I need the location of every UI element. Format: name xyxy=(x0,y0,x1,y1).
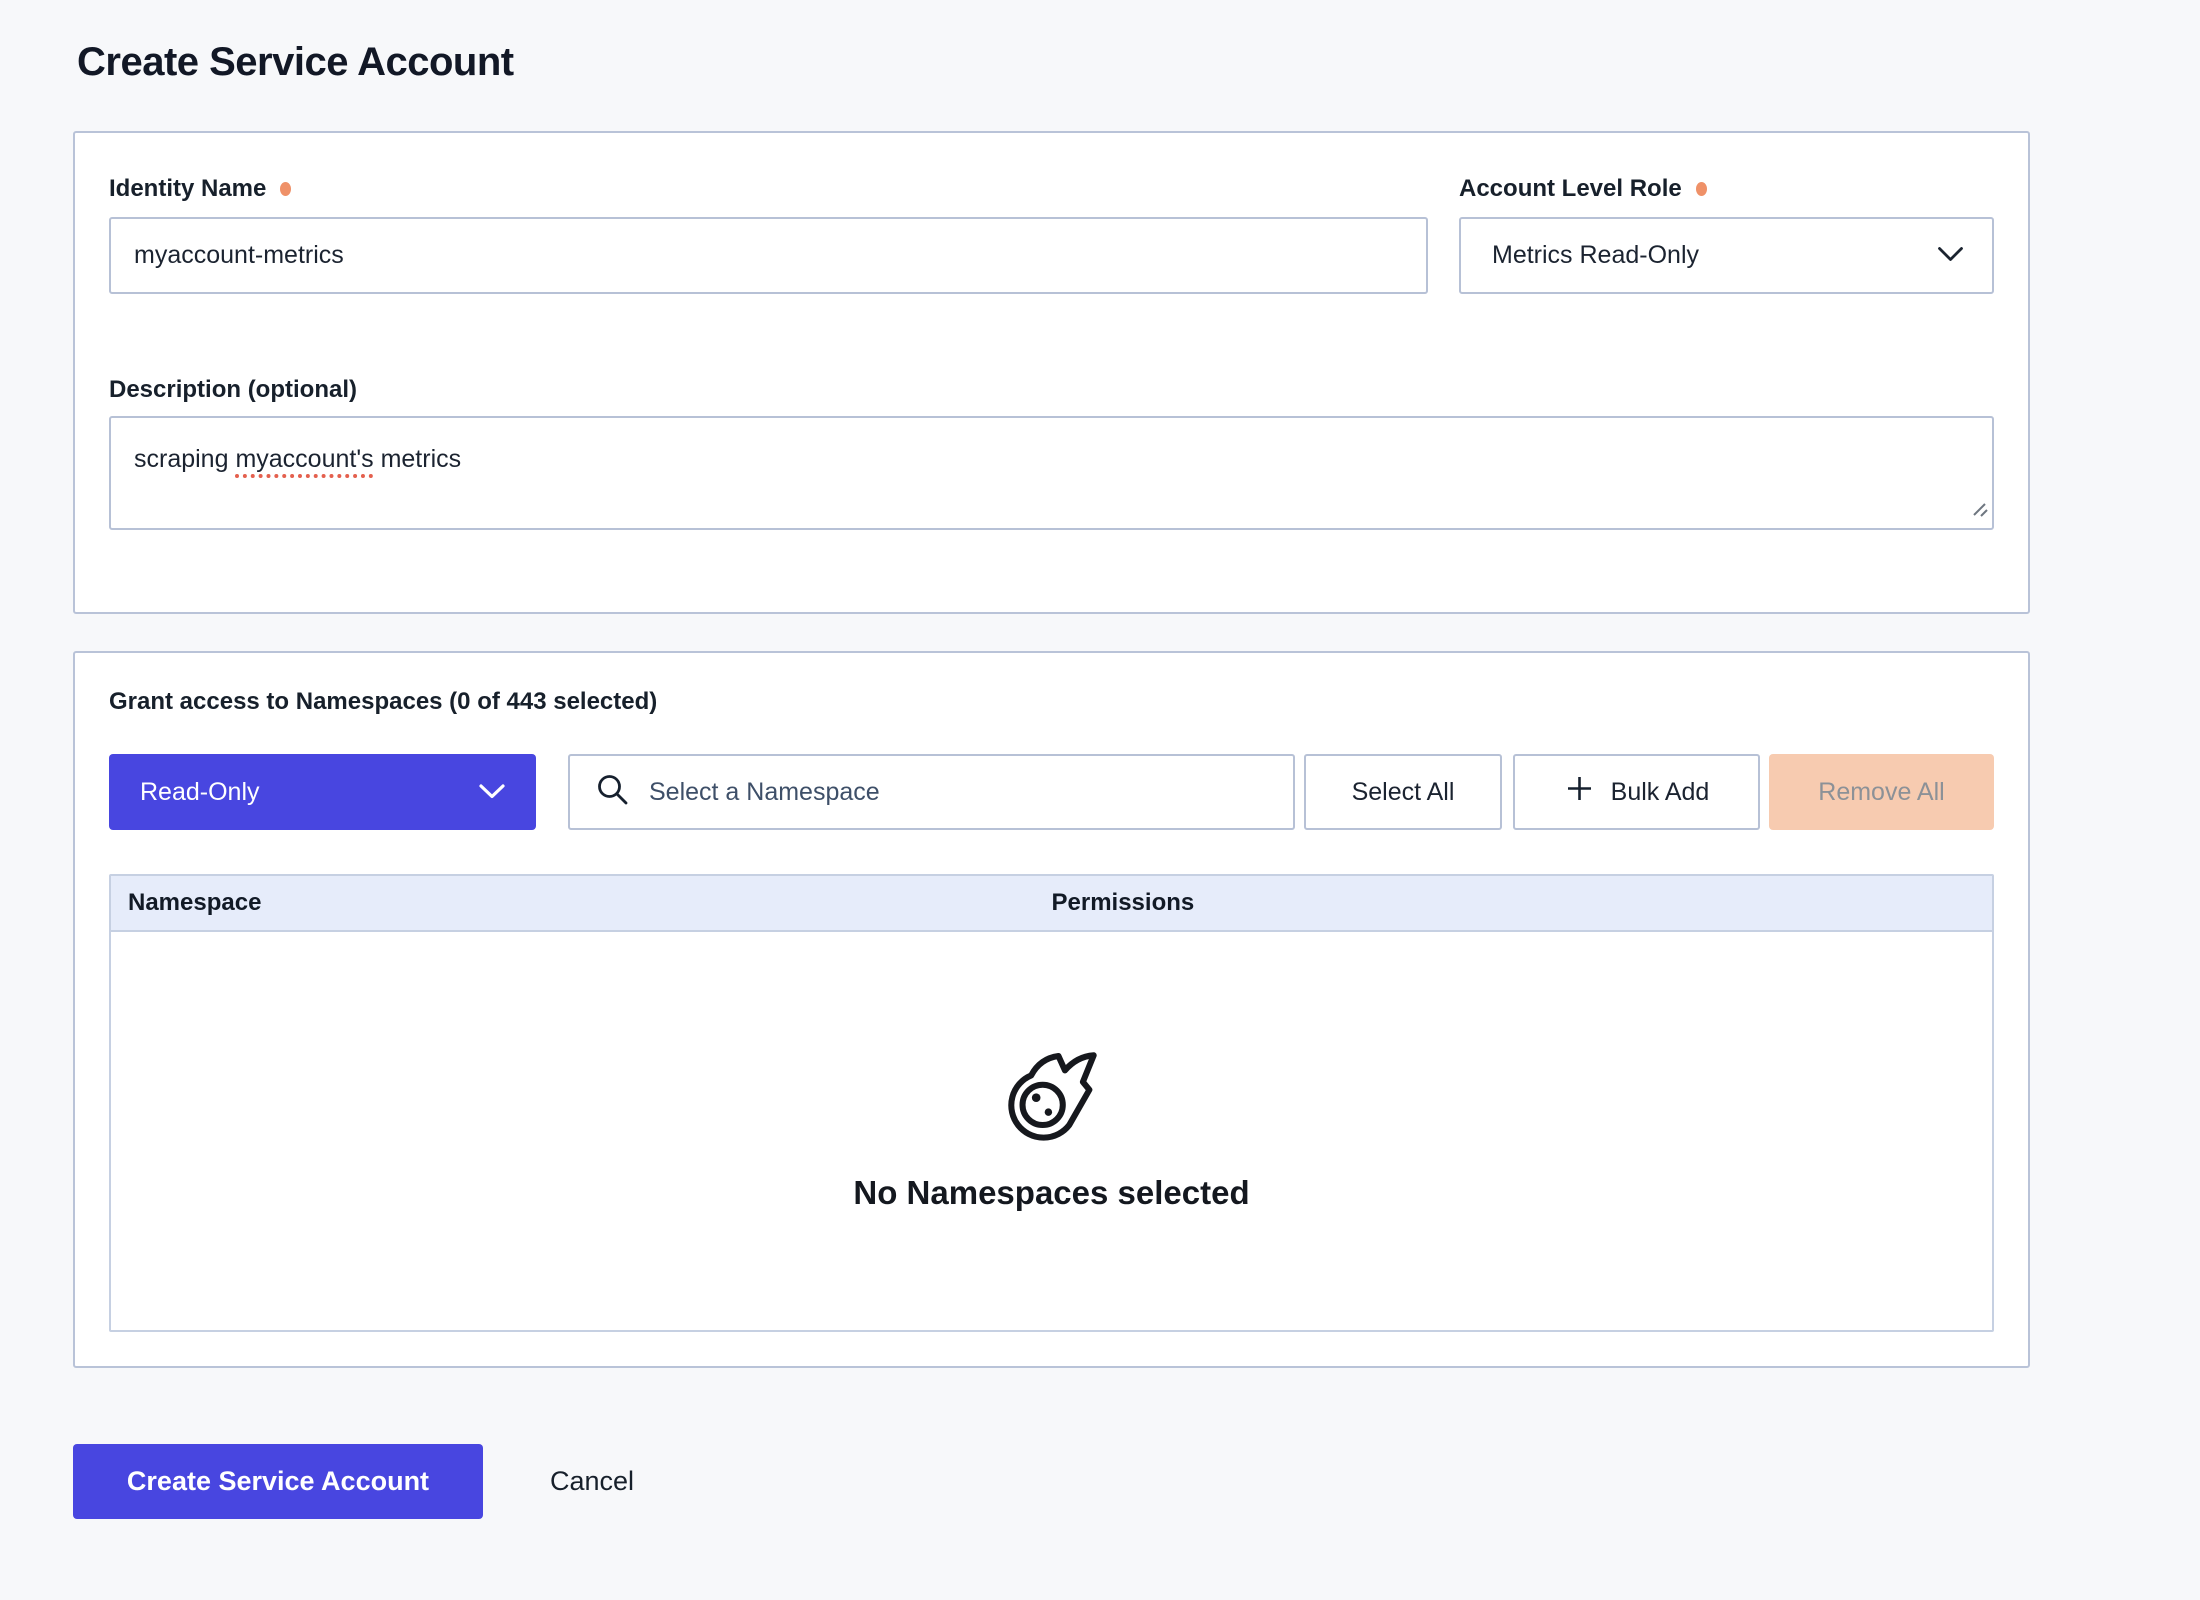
chevron-down-icon xyxy=(478,778,506,807)
namespace-search-input[interactable] xyxy=(649,778,1293,807)
footer-actions: Create Service Account Cancel xyxy=(73,1444,2200,1519)
chevron-down-icon xyxy=(1937,241,1964,270)
namespace-controls-row: Read-Only Select All xyxy=(109,754,1994,830)
account-level-role-select[interactable]: Metrics Read-Only xyxy=(1459,217,1994,294)
bulk-add-button[interactable]: Bulk Add xyxy=(1513,754,1760,830)
role-filter-value: Read-Only xyxy=(140,778,260,807)
cancel-button[interactable]: Cancel xyxy=(550,1466,634,1497)
create-service-account-button[interactable]: Create Service Account xyxy=(73,1444,483,1519)
namespace-search-box[interactable] xyxy=(568,754,1295,830)
required-dot-icon xyxy=(1696,182,1707,196)
namespaces-table-header: Namespace Permissions xyxy=(111,876,1992,932)
role-filter-dropdown[interactable]: Read-Only xyxy=(109,754,536,830)
identity-name-input[interactable] xyxy=(109,217,1428,294)
description-text: scraping xyxy=(134,445,235,473)
required-dot-icon xyxy=(280,182,291,196)
description-label: Description (optional) xyxy=(109,376,1994,404)
namespaces-heading: Grant access to Namespaces (0 of 443 sel… xyxy=(109,687,1994,717)
account-level-role-label: Account Level Role xyxy=(1459,175,1994,203)
description-misspelled-word: myaccount's xyxy=(235,445,373,473)
column-header-permissions: Permissions xyxy=(1052,889,1993,917)
namespaces-table-empty-state: No Namespaces selected xyxy=(111,932,1992,1330)
description-text: metrics xyxy=(374,445,462,473)
account-level-role-value: Metrics Read-Only xyxy=(1492,241,1699,270)
column-header-namespace: Namespace xyxy=(111,889,1052,917)
page-title: Create Service Account xyxy=(77,40,2200,85)
identity-details-card: Identity Name Account Level Role Metrics… xyxy=(73,131,2030,614)
search-icon xyxy=(595,772,630,812)
namespaces-table: Namespace Permissions No Namespaces sele… xyxy=(109,874,1994,1332)
comet-icon xyxy=(1006,1051,1098,1148)
identity-name-field: Identity Name xyxy=(109,175,1428,294)
select-all-button[interactable]: Select All xyxy=(1304,754,1502,830)
remove-all-button[interactable]: Remove All xyxy=(1769,754,1994,830)
account-level-role-field: Account Level Role Metrics Read-Only xyxy=(1459,175,1994,294)
create-service-account-page: Create Service Account Identity Name Acc… xyxy=(0,0,2200,1519)
namespace-access-card: Grant access to Namespaces (0 of 443 sel… xyxy=(73,651,2030,1368)
plus-icon xyxy=(1564,773,1595,811)
resize-handle-icon[interactable] xyxy=(1972,496,1989,525)
identity-name-label: Identity Name xyxy=(109,175,1428,203)
empty-state-text: No Namespaces selected xyxy=(853,1174,1249,1212)
description-textarea[interactable]: scraping myaccount's metrics xyxy=(109,416,1994,530)
